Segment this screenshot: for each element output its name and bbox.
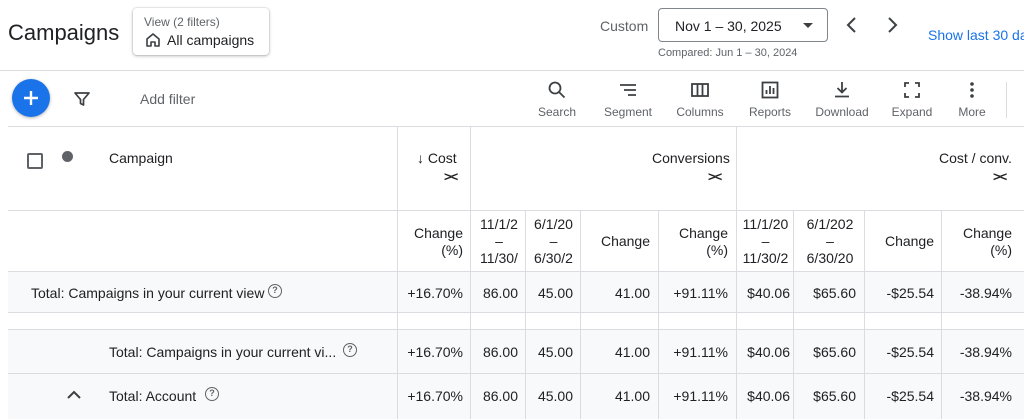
search-icon [548,81,566,99]
search-tool-button[interactable]: Search [534,80,580,122]
filter-icon[interactable] [73,90,91,108]
expand-tool-button[interactable]: Expand [888,80,936,122]
columns-icon [691,83,709,97]
date-range-select[interactable]: Nov 1 – 30, 2025 [658,8,828,42]
table-cell: 86.00 [482,285,518,301]
table-cell: -38.94% [959,285,1012,301]
view-filter-count: View (2 filters) [144,15,220,29]
segment-icon [620,84,636,96]
more-tool-button[interactable]: More [952,80,992,122]
grid-line [470,127,471,419]
subheader-cpc-current[interactable]: 11/1/20 – 11/30/2 [739,216,792,267]
view-name: All campaigns [167,32,255,48]
expand-columns-icon[interactable]: >< [708,169,722,184]
columns-tool-button[interactable]: Columns [672,80,728,122]
add-filter-button[interactable]: Add filter [140,91,195,107]
account-row-label: Total: Account [109,388,197,404]
toolbar-separator [1006,82,1007,118]
table-cell: +91.11% [673,344,728,360]
chevron-right-icon[interactable] [882,14,902,36]
table-cell: 41.00 [614,285,650,301]
table-cell: +16.70% [407,344,463,360]
table-cell: +91.11% [673,388,728,404]
table-cell: $40.06 [747,388,790,404]
reports-tool-button[interactable]: Reports [744,80,796,122]
chevron-left-icon[interactable] [842,14,862,36]
table-cell: -38.94% [959,344,1012,360]
table-cell: 41.00 [614,344,650,360]
table-cell: +91.11% [673,285,728,301]
expand-icon [904,82,920,98]
subheader-conv-previous[interactable]: 6/1/20 – 6/30/2 [528,216,579,267]
table-cell: -38.94% [959,388,1012,404]
segment-tool-button[interactable]: Segment [600,80,656,122]
subheader-conv-change[interactable]: Change [583,233,650,250]
create-button[interactable] [12,79,50,117]
subheader-cpc-change[interactable]: Change [867,233,934,250]
date-range-value: Nov 1 – 30, 2025 [675,18,782,34]
table-cell: 45.00 [537,285,573,301]
table-cell: 41.00 [614,388,650,404]
table-cell: -$25.54 [886,388,934,404]
help-icon[interactable]: ? [205,387,219,401]
grid-line [736,127,737,419]
table-cell: 45.00 [537,344,573,360]
grid-line [8,210,1024,211]
download-tool-button[interactable]: Download [812,80,872,122]
subheader-cost-change-pct[interactable]: Change (%) [400,225,463,259]
table-cell: 86.00 [482,344,518,360]
collapse-chevron-up-icon[interactable] [66,388,82,400]
table-cell: +16.70% [407,388,463,404]
reports-icon [761,81,779,99]
grid-line [8,373,1024,374]
table-cell: $65.60 [813,285,856,301]
toolbar-divider [8,126,1024,127]
table-cell: -$25.54 [886,344,934,360]
column-header-cost[interactable]: ↓ Cost [417,150,457,166]
status-dot-icon [62,151,73,162]
show-last-30-days-link[interactable]: Show last 30 da [928,27,1024,43]
subheader-cpc-change-pct[interactable]: Change (%) [944,225,1012,259]
expand-columns-icon[interactable]: >< [444,169,458,184]
table-cell: $65.60 [813,344,856,360]
select-all-checkbox[interactable] [27,153,43,169]
plus-icon [24,91,38,105]
subheader-conv-change-pct[interactable]: Change (%) [661,225,728,259]
header-divider [0,70,1024,71]
expand-columns-icon[interactable]: >< [993,169,1007,184]
table-cell: $65.60 [813,388,856,404]
more-vert-icon [970,82,974,98]
subheader-cpc-previous[interactable]: 6/1/202 – 6/30/20 [797,216,863,267]
table-cell: $40.06 [747,285,790,301]
grid-line [8,271,1024,272]
grid-line [8,329,1024,330]
view-selector[interactable]: View (2 filters) All campaigns [133,8,269,55]
page-title: Campaigns [8,20,120,45]
sub-total-row-label: Total: Campaigns in your current vi... [109,344,337,360]
table-cell: $40.06 [747,344,790,360]
column-header-cost-per-conv[interactable]: Cost / conv. [939,150,1012,166]
table-cell: +16.70% [407,285,463,301]
table-cell: 86.00 [482,388,518,404]
column-header-conversions[interactable]: Conversions [652,150,730,166]
grid-line [8,312,1024,313]
compared-range: Compared: Jun 1 – 30, 2024 [658,47,798,59]
grid-line [397,127,398,419]
column-header-campaign[interactable]: Campaign [109,150,173,166]
download-icon [835,82,849,98]
home-icon [146,33,160,47]
help-icon[interactable]: ? [343,343,357,357]
subheader-conv-current[interactable]: 11/1/2 – 11/30/ [474,216,524,267]
help-icon[interactable]: ? [268,284,282,298]
table-cell: 45.00 [537,388,573,404]
table-cell: -$25.54 [886,285,934,301]
caret-down-icon [803,23,813,28]
total-row-label: Total: Campaigns in your current view [31,285,265,301]
date-preset-label: Custom [600,18,649,34]
